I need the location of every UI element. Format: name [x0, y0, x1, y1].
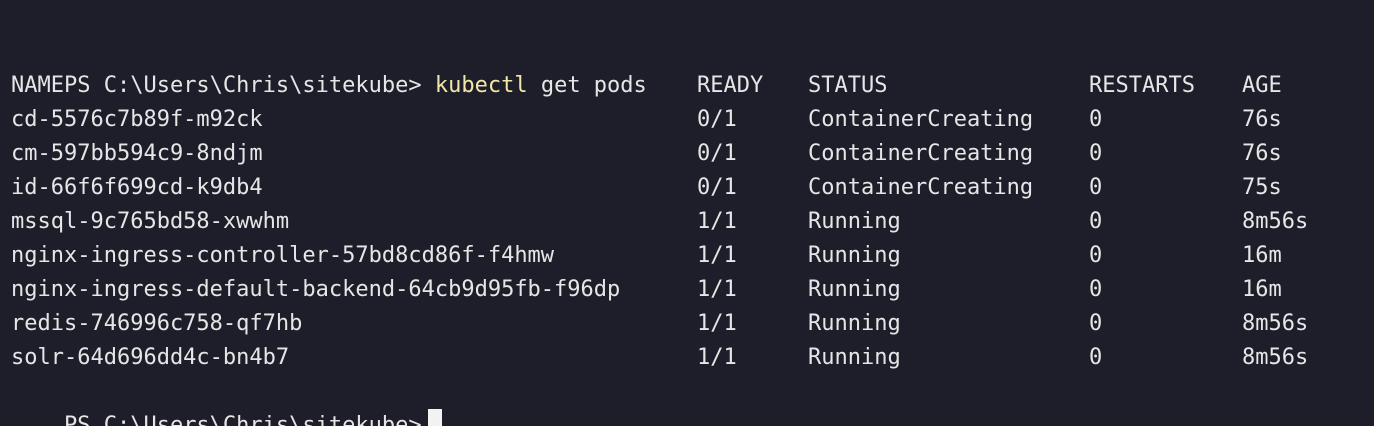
pod-ready: 0/1: [697, 175, 737, 200]
pod-restarts: 0: [1089, 209, 1103, 234]
pod-name: nginx-ingress-default-backend-64cb9d95fb…: [11, 277, 621, 302]
text-cursor[interactable]: [427, 409, 442, 426]
pod-status: Running: [808, 311, 901, 336]
table-row: mssql-9c765bd58-xwwhm 1/1 Running 0 8m56…: [11, 205, 1374, 239]
pod-restarts: 0: [1089, 277, 1103, 302]
pod-restarts: 0: [1089, 141, 1103, 166]
pod-restarts: 0: [1089, 311, 1103, 336]
pod-age: 76s: [1242, 107, 1282, 132]
table-row: cm-597bb594c9-8ndjm 0/1 ContainerCreatin…: [11, 137, 1374, 171]
pod-age: 8m56s: [1242, 209, 1309, 234]
table-row: id-66f6f699cd-k9db4 0/1 ContainerCreatin…: [11, 171, 1374, 205]
header-ready: READY: [697, 73, 764, 98]
table-row: nginx-ingress-controller-57bd8cd86f-f4hm…: [11, 239, 1374, 273]
pod-status: ContainerCreating: [808, 175, 1034, 200]
pod-name: cm-597bb594c9-8ndjm: [11, 141, 263, 166]
pod-status: Running: [808, 243, 901, 268]
pod-status: ContainerCreating: [808, 107, 1034, 132]
pod-name: cd-5576c7b89f-m92ck: [11, 107, 263, 132]
pod-ready: 1/1: [697, 345, 737, 370]
pod-restarts: 0: [1089, 345, 1103, 370]
pod-age: 8m56s: [1242, 311, 1309, 336]
header-name: NAME: [11, 73, 64, 98]
table-row: solr-64d696dd4c-bn4b7 1/1 Running 0 8m56…: [11, 341, 1374, 375]
header-age: AGE: [1242, 73, 1282, 98]
pod-ready: 1/1: [697, 277, 737, 302]
pod-age: 16m: [1242, 243, 1282, 268]
pod-name: nginx-ingress-controller-57bd8cd86f-f4hm…: [11, 243, 555, 268]
pod-ready: 0/1: [697, 141, 737, 166]
pod-name: redis-746996c758-qf7hb: [11, 311, 303, 336]
pod-age: 76s: [1242, 141, 1282, 166]
header-restarts: RESTARTS: [1089, 73, 1195, 98]
pod-name: mssql-9c765bd58-xwwhm: [11, 209, 290, 234]
table-row: cd-5576c7b89f-m92ck 0/1 ContainerCreatin…: [11, 103, 1374, 137]
table-header-row: NAME READY STATUS RESTARTS AGE: [11, 69, 1374, 103]
command-line: PS C:\Users\Chris\sitekube> kubectl get …: [11, 35, 1374, 98]
pod-age: 8m56s: [1242, 345, 1309, 370]
pod-name: id-66f6f699cd-k9db4: [11, 175, 263, 200]
pod-status: Running: [808, 209, 901, 234]
pod-status: Running: [808, 345, 901, 370]
table-row: nginx-ingress-default-backend-64cb9d95fb…: [11, 273, 1374, 307]
header-status: STATUS: [808, 73, 888, 98]
pod-status: ContainerCreating: [808, 141, 1034, 166]
final-prompt-text: PS C:\Users\Chris\sitekube>: [63, 413, 422, 426]
pod-status: Running: [808, 277, 901, 302]
table-row: redis-746996c758-qf7hb 1/1 Running 0 8m5…: [11, 307, 1374, 341]
pod-ready: 0/1: [697, 107, 737, 132]
pod-ready: 1/1: [697, 243, 737, 268]
input-line[interactable]: PS C:\Users\Chris\sitekube>: [11, 375, 1374, 426]
pod-restarts: 0: [1089, 243, 1103, 268]
pod-age: 75s: [1242, 175, 1282, 200]
terminal-window[interactable]: PS C:\Users\Chris\sitekube> kubectl get …: [0, 0, 1374, 426]
pod-name: solr-64d696dd4c-bn4b7: [11, 345, 290, 370]
pod-restarts: 0: [1089, 175, 1103, 200]
pod-restarts: 0: [1089, 107, 1103, 132]
pod-age: 16m: [1242, 277, 1282, 302]
pod-ready: 1/1: [697, 209, 737, 234]
pod-ready: 1/1: [697, 311, 737, 336]
